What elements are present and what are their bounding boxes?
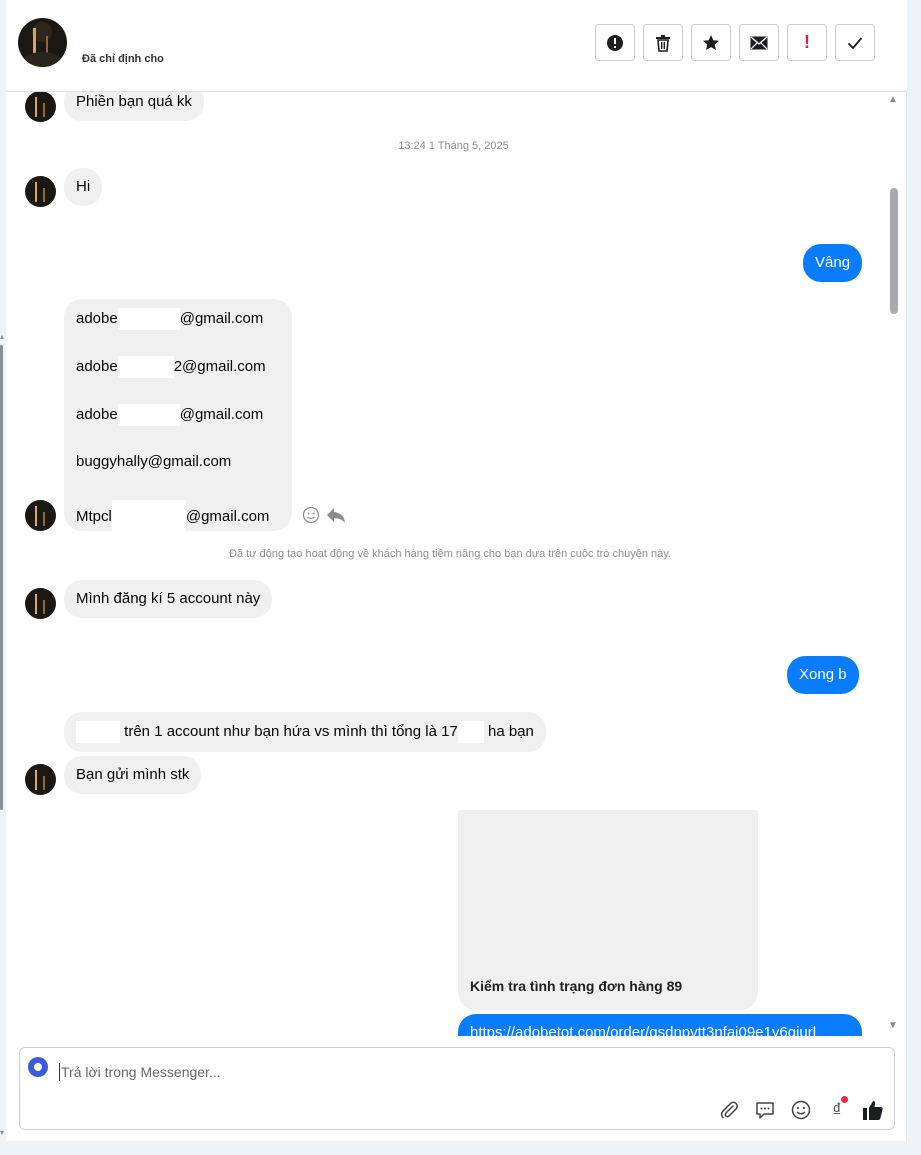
redacted-block xyxy=(117,404,180,426)
dong-currency-icon: ₫ xyxy=(832,1099,842,1120)
conversation-header: Đã chỉ định cho ! xyxy=(6,0,907,92)
redacted-block xyxy=(76,721,120,743)
exclamation-circle-icon xyxy=(607,34,623,51)
contact-avatar-small xyxy=(25,764,56,795)
contact-avatar-small xyxy=(25,176,56,207)
smiley-icon xyxy=(791,1100,811,1120)
star-icon xyxy=(703,34,719,50)
emoji-reaction-icon[interactable] xyxy=(302,506,320,524)
chat-bubble-icon xyxy=(756,1102,774,1119)
left-scroll-down-icon[interactable]: ▾ xyxy=(0,1128,4,1137)
email-line: adobe @gmail.com xyxy=(76,308,280,356)
email-line: adobe @gmail.com xyxy=(76,404,280,452)
redacted-block xyxy=(457,721,484,743)
like-button[interactable] xyxy=(862,1099,884,1121)
incoming-message[interactable]: Phiền bạn quá kk xyxy=(64,92,204,121)
message-timestamp: 13:24 1 Tháng 5, 2025 xyxy=(398,140,509,152)
incoming-message[interactable]: Hi xyxy=(64,168,103,206)
redacted-block xyxy=(117,356,174,378)
order-link-message[interactable]: https://adobetot.com/order/gsdnpvtt3nfai… xyxy=(458,1014,862,1036)
thumbs-up-icon xyxy=(863,1101,883,1120)
redacted-block xyxy=(117,308,180,330)
attach-button[interactable] xyxy=(718,1099,740,1121)
reply-composer: ₫ xyxy=(19,1047,895,1130)
incoming-message-emails[interactable]: adobe @gmail.com adobe 2@gmail.com adobe @g… xyxy=(64,299,292,534)
email-line: Mtpcl @gmail.com xyxy=(76,500,280,548)
paperclip-icon xyxy=(720,1101,738,1119)
notification-dot xyxy=(841,1096,848,1103)
incoming-message[interactable]: trên 1 account như bạn hứa vs mình thì t… xyxy=(64,712,546,752)
conversation-toolbar: ! xyxy=(595,24,875,61)
reply-icon[interactable] xyxy=(326,506,346,524)
order-card-title: Kiểm tra tình trạng đơn hàng 89 xyxy=(470,978,683,994)
email-line: buggyhally@gmail.com xyxy=(76,453,232,470)
spam-button[interactable] xyxy=(595,24,635,61)
composer-toolbar: ₫ xyxy=(718,1096,884,1121)
outgoing-message[interactable]: Vâng xyxy=(803,244,863,282)
contact-avatar-small xyxy=(25,500,56,531)
outgoing-message[interactable]: Xong b xyxy=(787,656,859,694)
trash-icon xyxy=(656,34,670,52)
mark-done-button[interactable] xyxy=(835,24,875,61)
system-note: Đã tự động tạo hoạt động về khách hàng t… xyxy=(229,548,671,560)
scroll-down-arrow-icon[interactable]: ▼ xyxy=(888,1020,898,1031)
delete-button[interactable] xyxy=(643,24,683,61)
contact-avatar-small xyxy=(25,92,56,122)
messenger-page-icon xyxy=(28,1057,48,1077)
mark-unread-button[interactable] xyxy=(739,24,779,61)
incoming-message[interactable]: Mình đăng kí 5 account này xyxy=(64,580,273,618)
redacted-block xyxy=(111,500,186,534)
reply-input[interactable] xyxy=(59,1063,839,1081)
contact-avatar-small xyxy=(25,588,56,619)
order-card[interactable]: Kiểm tra tình trạng đơn hàng 89 xyxy=(458,810,758,1010)
check-icon xyxy=(847,36,863,49)
payment-button[interactable]: ₫ xyxy=(826,1096,848,1121)
assigned-to-label[interactable]: Đã chỉ định cho xyxy=(82,53,164,65)
saved-replies-button[interactable] xyxy=(754,1099,776,1121)
left-scroll-up-icon[interactable]: ▴ xyxy=(0,332,4,341)
incoming-message[interactable]: Bạn gửi mình stk xyxy=(64,756,202,794)
red-exclamation-icon: ! xyxy=(804,32,810,52)
envelope-icon xyxy=(750,35,768,49)
message-actions xyxy=(302,506,346,524)
message-list[interactable]: Phiền bạn quá kk 13:24 1 Tháng 5, 2025 H… xyxy=(6,92,907,1036)
contact-avatar[interactable] xyxy=(18,18,67,67)
scroll-up-arrow-icon[interactable]: ▲ xyxy=(888,94,898,105)
emoji-button[interactable] xyxy=(790,1099,812,1121)
scroll-thumb[interactable] xyxy=(890,188,898,314)
follow-up-button[interactable]: ! xyxy=(787,24,827,61)
star-button[interactable] xyxy=(691,24,731,61)
email-line: adobe 2@gmail.com xyxy=(76,356,280,404)
left-scrollbar[interactable] xyxy=(0,345,3,810)
